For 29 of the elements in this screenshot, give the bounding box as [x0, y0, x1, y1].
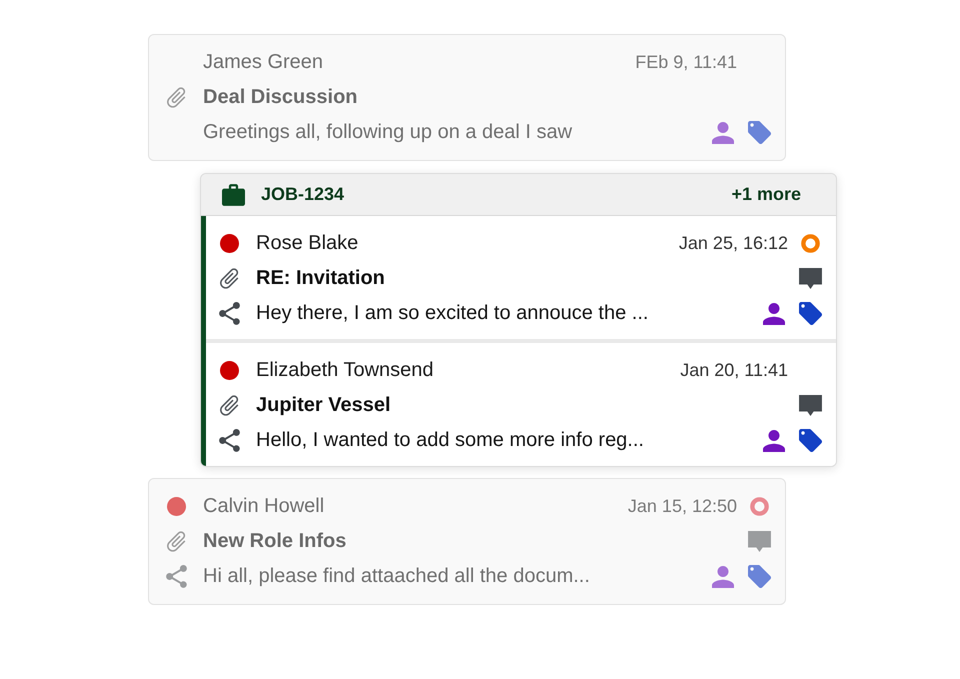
tag-icon[interactable]: [748, 565, 770, 588]
message-preview: Hi all, please find attaached all the docum...: [203, 565, 590, 588]
tag-icon[interactable]: [798, 302, 822, 325]
message-card[interactable]: James Green FEb 9, 11:41 Deal Discussion Greetings all, following up on a deal I saw: [148, 34, 786, 161]
message-card[interactable]: Calvin Howell Jan 15, 12:50 New Role Infos Hi all, please find attaached all the docum...: [148, 478, 786, 605]
person-icon[interactable]: [763, 430, 785, 452]
message-preview: Hello, I wanted to add some more info reg...: [256, 429, 644, 452]
person-icon[interactable]: [763, 302, 785, 324]
more-link[interactable]: +1 more: [731, 184, 801, 205]
message-row[interactable]: Elizabeth Townsend Jan 20, 11:41 Jupiter Vessel Hello, I wanted to add some more info reg...: [206, 343, 836, 466]
sender-name: James Green: [203, 51, 324, 74]
message-subject: New Role Infos: [203, 530, 346, 553]
message-date: Jan 20, 11:41: [680, 360, 788, 381]
message-date: FEb 9, 11:41: [635, 52, 737, 73]
message-subject: Deal Discussion: [203, 86, 358, 109]
message-preview: Hey there, I am so excited to annouce the ...: [256, 302, 648, 325]
job-label: JOB-1234: [261, 184, 344, 205]
message-preview: Greetings all, following up on a deal I saw: [203, 121, 572, 144]
sender-name: Elizabeth Townsend: [256, 359, 434, 382]
sender-name: Calvin Howell: [203, 495, 324, 518]
message-row[interactable]: Rose Blake Jan 25, 16:12 RE: Invitation Hey there, I am so excited to annouce the ...: [206, 216, 836, 339]
tag-icon[interactable]: [748, 121, 770, 144]
tag-icon[interactable]: [798, 429, 822, 452]
message-subject: RE: Invitation: [256, 267, 385, 290]
message-date: Jan 15, 12:50: [628, 496, 737, 517]
message-date: Jan 25, 16:12: [678, 233, 788, 254]
briefcase-icon: [222, 184, 245, 206]
sender-name: Rose Blake: [256, 232, 358, 255]
message-subject: Jupiter Vessel: [256, 394, 391, 417]
